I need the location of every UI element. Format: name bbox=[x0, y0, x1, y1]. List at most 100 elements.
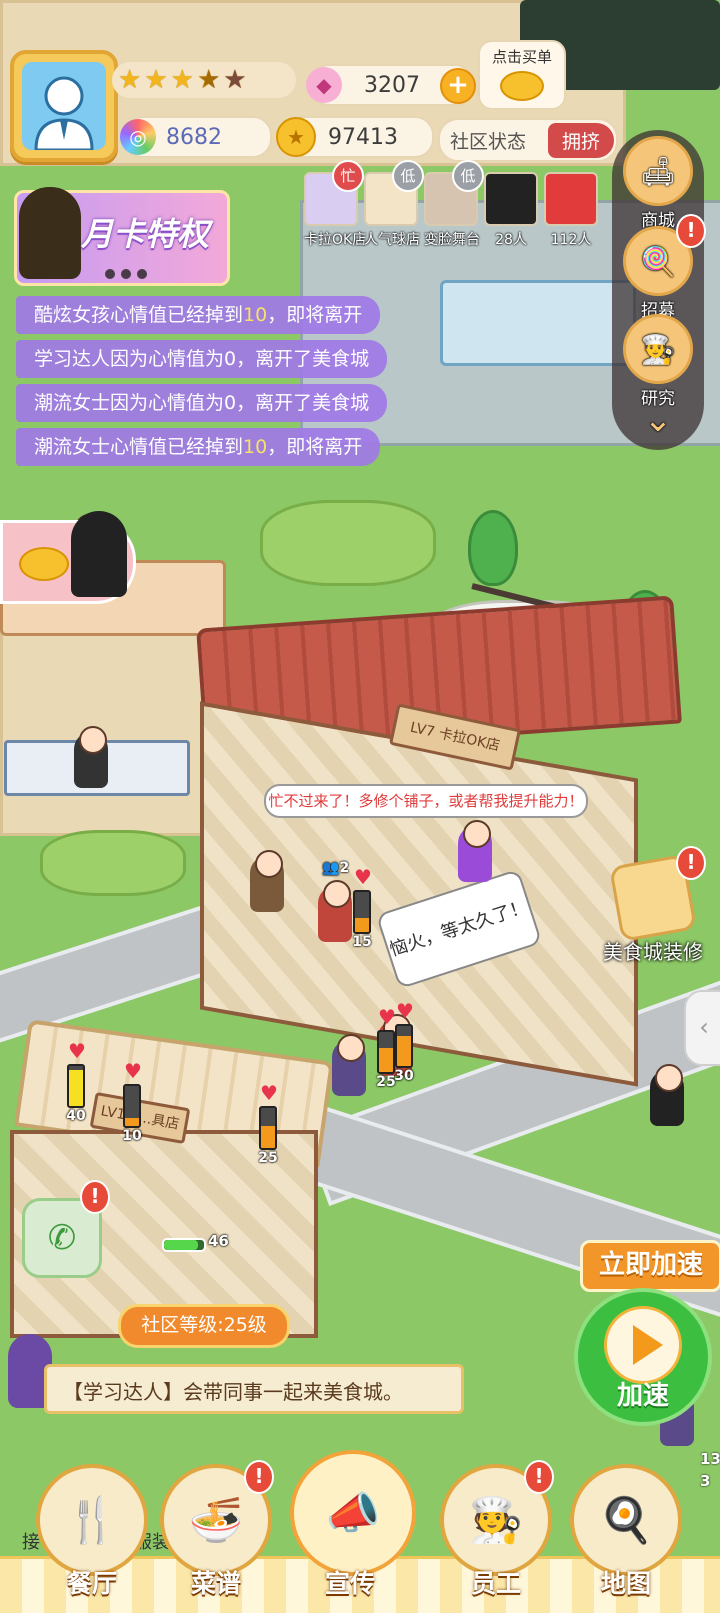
alert-icon: ! bbox=[524, 1460, 554, 1494]
star-icon: ★ bbox=[118, 65, 142, 95]
mood-meter: ♥ 10 bbox=[122, 1060, 142, 1144]
nav-label: 地图 bbox=[600, 1569, 651, 1598]
busy-tag: 忙 bbox=[332, 160, 364, 192]
community-status[interactable]: 社区状态 拥挤 bbox=[438, 118, 618, 162]
dark-shop-icon bbox=[484, 172, 538, 226]
star-icon: ★ bbox=[170, 65, 194, 95]
half-star-icon: ★ bbox=[196, 65, 221, 95]
fork-spoon-icon: 🍴 bbox=[36, 1464, 148, 1576]
gem-amount: 3207 bbox=[364, 72, 420, 98]
shop-status-row: 忙 卡拉OK店 低 人气球店 低 变脸舞台 28人 112人 bbox=[304, 160, 604, 252]
nav-label: 员工 bbox=[470, 1569, 521, 1598]
mascot-icon bbox=[19, 187, 81, 279]
nav-label: 宣传 bbox=[324, 1569, 375, 1598]
worker-progress-bar bbox=[162, 1238, 206, 1252]
phone-icon: ✆ bbox=[47, 1218, 77, 1258]
alert-icon: ! bbox=[244, 1460, 274, 1494]
nav-promote[interactable]: 📣 宣传 bbox=[290, 1450, 416, 1598]
stage-shop-icon: 低 bbox=[424, 160, 484, 226]
dj-character[interactable] bbox=[458, 820, 492, 882]
low-tag: 低 bbox=[392, 160, 424, 192]
collect-bill-label: 点击买单 bbox=[491, 48, 552, 66]
heart-icon: ♥ bbox=[260, 1081, 278, 1105]
sofa-icon: 🛋 bbox=[623, 136, 693, 206]
shop-visitor-count: 28人 bbox=[495, 232, 527, 248]
collapse-menu-button[interactable]: ⌄ bbox=[612, 400, 704, 440]
monthly-card-button[interactable]: 月卡特权 bbox=[14, 187, 230, 286]
research-button[interactable]: 👨‍🍳 研究 bbox=[612, 314, 704, 409]
alert-icon: ! bbox=[676, 214, 706, 248]
food-stall[interactable] bbox=[440, 280, 636, 366]
nav-label: 餐厅 bbox=[66, 1569, 117, 1598]
notification-message: 酷炫女孩心情值已经掉到10，即将离开 bbox=[16, 296, 381, 334]
worker-speech: 忙不过来了！多修个铺子，或者帮我提升能力！ bbox=[264, 784, 588, 818]
coin-amount: 97413 bbox=[328, 124, 398, 150]
notification-message: 潮流女士心情值已经掉到10，即将离开 bbox=[16, 428, 381, 466]
community-status-label: 社区状态 bbox=[450, 130, 527, 153]
bush bbox=[40, 830, 186, 896]
shop-name: 变脸舞台 bbox=[424, 232, 480, 248]
customer-character[interactable] bbox=[332, 1034, 366, 1096]
red-shop-icon bbox=[544, 172, 598, 226]
shop-name: 人气球店 bbox=[364, 232, 420, 248]
shop-item[interactable]: 忙 卡拉OK店 bbox=[304, 160, 367, 249]
chevron-left-icon: ‹ bbox=[699, 1013, 709, 1041]
star-icon: ★ bbox=[144, 65, 168, 95]
collect-bill-button[interactable]: 点击买单 bbox=[478, 40, 566, 110]
shop-item[interactable]: 28人 bbox=[484, 172, 538, 249]
tip-text: 会带同事一起来美食城。 bbox=[183, 1380, 403, 1404]
coin-counter[interactable]: ★ 97413 bbox=[276, 116, 434, 158]
customer-character[interactable] bbox=[650, 1064, 684, 1126]
play-icon bbox=[604, 1306, 682, 1384]
gem-icon: ◆ bbox=[306, 67, 342, 103]
nav-label: 菜谱 bbox=[190, 1569, 241, 1598]
heart-icon: ♥ bbox=[124, 1059, 142, 1083]
character-portrait bbox=[71, 511, 127, 597]
cashier-character[interactable] bbox=[74, 726, 108, 788]
nav-restaurant[interactable]: 🍴 餐厅 bbox=[32, 1464, 152, 1604]
notification-message: 潮流女士因为心情值为0，离开了美食城 bbox=[16, 384, 388, 422]
coin-stack-icon bbox=[500, 71, 544, 101]
mood-meter: ♥ 25 bbox=[258, 1082, 278, 1166]
token-counter[interactable]: ◎ 8682 bbox=[120, 116, 272, 158]
people-icon: 👥 bbox=[322, 860, 340, 876]
coin-star-icon: ★ bbox=[276, 117, 316, 157]
queue-count: 👥2 bbox=[322, 860, 350, 876]
megaphone-icon: 📣 bbox=[290, 1450, 416, 1576]
monthly-card-title: 月卡特权 bbox=[81, 215, 210, 253]
decorate-label: 美食城装修 bbox=[603, 940, 703, 964]
garden bbox=[260, 500, 436, 586]
tip-role: 【学习达人】 bbox=[63, 1380, 183, 1404]
coin-pile-icon bbox=[19, 547, 69, 581]
community-status-badge: 拥挤 bbox=[547, 122, 614, 158]
shop-item[interactable]: 112人 bbox=[544, 172, 598, 249]
bartender-character[interactable] bbox=[250, 850, 284, 912]
side-menu: 🛋 商城 🍭 招募 ! 👨‍🍳 研究 ⌄ bbox=[612, 130, 706, 450]
nav-map[interactable]: 🍳 地图 bbox=[566, 1464, 686, 1604]
community-level-badge[interactable]: 社区等级:25级 bbox=[118, 1304, 290, 1348]
shop-visitor-count: 112人 bbox=[550, 232, 592, 248]
speed-up-button[interactable]: 加速 bbox=[574, 1288, 712, 1426]
balloon-shop-icon: 低 bbox=[364, 160, 424, 226]
empty-star-icon: ★ bbox=[223, 65, 247, 95]
heart-icon: ♥ bbox=[354, 865, 372, 889]
player-star-rating: ★ ★ ★ ★ ★ bbox=[112, 62, 296, 98]
tip-banner[interactable]: 【学习达人】会带同事一起来美食城。 bbox=[44, 1364, 464, 1414]
notification-message: 学习达人因为心情值为0，离开了美食城 bbox=[16, 340, 388, 378]
avatar bbox=[22, 62, 106, 150]
rainbow-token-icon: ◎ bbox=[120, 119, 156, 155]
shop-name: 卡拉OK店 bbox=[304, 232, 367, 248]
player-avatar-button[interactable] bbox=[10, 50, 118, 162]
add-gems-button[interactable]: + bbox=[440, 68, 476, 104]
instant-speedup-label[interactable]: 立即加速 bbox=[580, 1240, 720, 1292]
shop-item[interactable]: 低 人气球店 bbox=[364, 160, 424, 249]
token-amount: 8682 bbox=[166, 124, 222, 150]
heart-icon: ♥ bbox=[68, 1039, 86, 1063]
speed-up-label: 加速 bbox=[616, 1381, 669, 1411]
map-icon: 🍳 bbox=[570, 1464, 682, 1576]
gem-counter[interactable]: ◆ 3207 + bbox=[306, 64, 476, 106]
shop-item[interactable]: 低 变脸舞台 bbox=[424, 160, 484, 249]
expand-panel-tab[interactable]: ‹ bbox=[684, 990, 720, 1066]
low-tag: 低 bbox=[452, 160, 484, 192]
gift-promo-button[interactable] bbox=[0, 511, 136, 604]
